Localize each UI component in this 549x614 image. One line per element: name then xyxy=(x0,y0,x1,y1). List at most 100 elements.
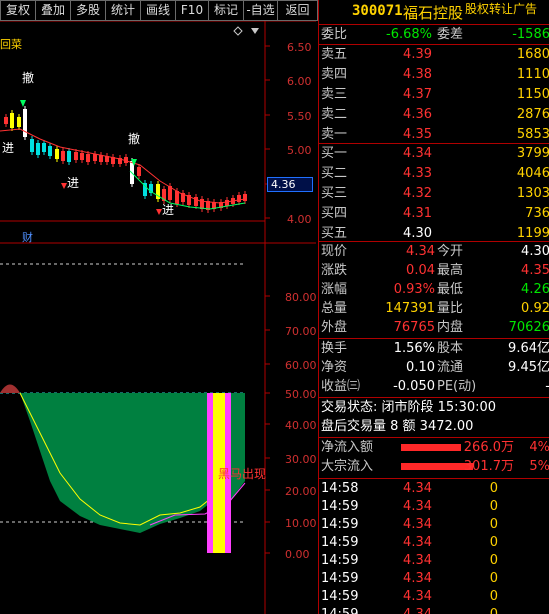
flow-label: 净流入额 xyxy=(321,440,374,455)
bid-row: 买二 4.33 4046 xyxy=(319,165,549,183)
tick-price: 4.34 xyxy=(403,481,432,496)
stat-value: 4.30 xyxy=(521,244,549,259)
stat-label: 总量 xyxy=(321,301,348,316)
stat-row: 总量 147391 量比 0.92 xyxy=(319,300,549,318)
tick-volume: 0 xyxy=(489,535,498,550)
toolbar-button-7[interactable]: -自选 xyxy=(243,0,277,21)
diamond-icon xyxy=(233,26,243,36)
tick-volume: 0 xyxy=(489,553,498,568)
arrow-down-icon xyxy=(20,100,26,107)
kline-chart[interactable]: 6.506.005.505.004.504.0080.0070.0060.005… xyxy=(0,21,316,614)
weicha-value: -1586 xyxy=(512,27,549,42)
ask-price: 4.36 xyxy=(403,107,432,122)
ask-volume: 5853 xyxy=(516,127,549,142)
stat2-label: 换手 xyxy=(321,341,348,356)
stat2-label: 收益㈢ xyxy=(321,379,361,394)
ask-label: 卖三 xyxy=(321,87,348,102)
ask-price: 4.38 xyxy=(403,67,432,82)
tick-row: 14:59 4.34 0 xyxy=(319,498,549,516)
flow-label: 大宗流入 xyxy=(321,459,374,474)
price-tick-label: 6.50 xyxy=(287,41,312,54)
tick-price: 4.34 xyxy=(403,553,432,568)
candle-body xyxy=(17,117,21,127)
stat-row: 外盘 76765 内盘 70626 xyxy=(319,319,549,337)
stat2-value: 9.45亿 xyxy=(508,360,549,375)
ask-label: 卖四 xyxy=(321,67,348,82)
candle-body xyxy=(23,109,27,137)
stat-label: 涨幅 xyxy=(321,282,348,297)
stat-label: 内盘 xyxy=(437,320,464,335)
stat2-row: 换手 1.56% 股本 9.64亿 xyxy=(319,340,549,358)
current-price-box: 4.36 xyxy=(267,177,313,192)
toolbar-button-3[interactable]: 统计 xyxy=(105,0,140,21)
tick-price: 4.34 xyxy=(403,589,432,604)
toolbar-button-8[interactable]: 返回 xyxy=(277,0,318,21)
tick-row: 14:59 4.34 0 xyxy=(319,606,549,614)
tick-row: 14:58 4.34 0 xyxy=(319,480,549,498)
candle-body xyxy=(61,151,65,161)
section-divider xyxy=(319,44,549,45)
bid-label: 买三 xyxy=(321,186,348,201)
label-jin-2: 进 xyxy=(67,176,79,190)
tick-row: 14:59 4.34 0 xyxy=(319,570,549,588)
osc-tick-label: 40.00 xyxy=(285,419,316,432)
flow-value: 301.7万 xyxy=(463,459,514,474)
tick-row: 14:59 4.34 0 xyxy=(319,552,549,570)
osc-area xyxy=(0,393,210,533)
stat-value: 0.93% xyxy=(393,282,435,297)
after-hours-row: 盘后交易量 8 额 3472.00 xyxy=(319,418,549,436)
stock-code: 300071 xyxy=(352,3,403,19)
triangle-down-icon xyxy=(251,28,259,34)
stat2-value: 0.10 xyxy=(406,360,435,375)
bid-price: 4.32 xyxy=(403,186,432,201)
ask-row: 卖三 4.37 1150 xyxy=(319,86,549,104)
stock-tag[interactable]: 股权转让广告 xyxy=(465,0,537,17)
bid-label: 买一 xyxy=(321,146,348,161)
ask-volume: 1150 xyxy=(516,87,549,102)
stat-label: 现价 xyxy=(321,244,348,259)
stat2-row: 收益㈢ -0.050PE(动) - xyxy=(319,378,549,396)
weibi-value: -6.68% xyxy=(386,27,432,42)
stat2-label: PE(动) xyxy=(437,379,477,394)
bid-row: 买三 4.32 1303 xyxy=(319,185,549,203)
ask-label: 卖一 xyxy=(321,127,348,142)
bid-price: 4.34 xyxy=(403,146,432,161)
stat-value: 4.34 xyxy=(406,244,435,259)
section-divider xyxy=(319,437,549,438)
toolbar-button-4[interactable]: 画线 xyxy=(140,0,175,21)
stat-row: 现价 4.34 今开 4.30 xyxy=(319,243,549,261)
osc-tick-label: 80.00 xyxy=(285,291,316,304)
ask-price: 4.35 xyxy=(403,127,432,142)
stat2-label: 净资 xyxy=(321,360,348,375)
weibi-row: 委比 -6.68% 委差 -1586 xyxy=(319,26,549,44)
stock-name[interactable]: 福石控股 xyxy=(403,2,463,23)
ask-row: 卖五 4.39 1680 xyxy=(319,46,549,64)
tick-row: 14:59 4.34 0 xyxy=(319,516,549,534)
toolbar-button-0[interactable]: 复权 xyxy=(0,0,35,21)
osc-hump xyxy=(0,384,20,393)
section-divider xyxy=(319,397,549,398)
stat-label: 最高 xyxy=(437,263,464,278)
tick-volume: 0 xyxy=(489,499,498,514)
flow-bar xyxy=(401,444,461,451)
candle-body xyxy=(74,152,78,160)
ask-label: 卖五 xyxy=(321,47,348,62)
chart-canvas[interactable]: 6.506.005.505.004.504.0080.0070.0060.005… xyxy=(0,21,316,614)
toolbar-button-2[interactable]: 多股 xyxy=(70,0,105,21)
weicha-label: 委差 xyxy=(437,27,464,42)
stat-value: 0.92 xyxy=(521,301,549,316)
toolbar-button-6[interactable]: 标记 xyxy=(208,0,243,21)
price-tick-label: 4.00 xyxy=(287,213,312,226)
candle-body xyxy=(80,153,84,160)
trade-status-row: 交易状态: 闭市阶段 15:30:00 xyxy=(319,399,549,417)
label-che-1: 撤 xyxy=(22,70,34,85)
toolbar-button-5[interactable]: F10 xyxy=(175,0,208,21)
tick-time: 14:58 xyxy=(321,481,359,496)
candle-body xyxy=(48,146,52,156)
flow-row: 大宗流入 301.7万 5% xyxy=(319,458,549,476)
stat-label: 涨跌 xyxy=(321,263,348,278)
toolbar-button-1[interactable]: 叠加 xyxy=(35,0,70,21)
label-jin-3: 进 xyxy=(162,203,174,217)
pattern-label: 回菜 xyxy=(0,38,22,51)
tick-price: 4.34 xyxy=(403,535,432,550)
